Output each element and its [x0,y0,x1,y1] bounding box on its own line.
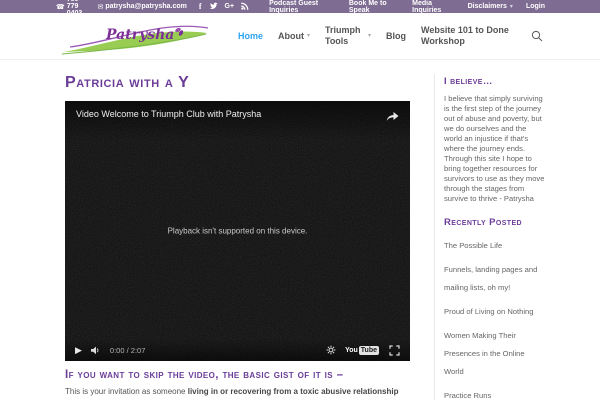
fullscreen-button[interactable] [389,344,400,356]
page: ☎ 780 779 0403 ✉ patrysha@patrysha.com f… [0,0,600,400]
twitter-icon[interactable] [209,2,218,12]
share-icon[interactable] [386,109,399,127]
sidebar-heading-recent: Recently Posted [444,217,522,228]
email-icon: ✉ [97,3,104,11]
youtube-logo[interactable]: You Tube [345,345,379,355]
topbar-item-login[interactable]: Login [526,3,545,10]
recent-post-link[interactable]: Funnels, landing pages and mailing lists… [444,265,537,292]
video-title-bar: Video Welcome to Triumph Club with Patry… [65,101,410,141]
fullscreen-icon [389,344,400,356]
rss-icon[interactable] [241,2,249,12]
social-links: f G+ [199,2,256,12]
list-item: The Possible Life [444,235,545,253]
phone-icon: ☎ [56,3,65,11]
time-display: 0:00 / 2:07 [109,345,146,355]
topbar-item-book-me[interactable]: Book Me to Speak [349,0,399,14]
email-address: patrysha@patrysha.com [105,3,187,10]
sidebar-heading-believe: I believe… [444,76,493,87]
nav-item-about[interactable]: About ▾ [278,31,310,42]
googleplus-icon[interactable]: G+ [225,3,235,10]
chevron-down-icon: ▾ [367,33,371,39]
list-item: Practice Runs [444,385,545,400]
video-player[interactable]: Video Welcome to Triumph Club with Patry… [65,101,410,361]
list-item: Women Making Their Presences in the Onli… [444,325,545,379]
settings-button[interactable] [326,345,336,355]
topbar-menu: Podcast Guest Inquiries Book Me to Speak… [256,0,545,14]
recent-post-link[interactable]: Practice Runs [444,391,491,400]
header: Patrysha Home About ▾ Triumph Tools ▾ Blog… [0,13,600,60]
playback-message: Playback isn't supported on this device. [167,226,308,236]
recent-posts-list: The Possible Life Funnels, landing pages… [444,235,545,400]
list-item: Funnels, landing pages and mailing lists… [444,259,545,295]
recent-post-link[interactable]: Proud of Living on Nothing [444,307,534,316]
volume-button[interactable] [90,346,101,355]
topbar-item-disclaimers[interactable]: Disclaimers ▾ [468,3,513,10]
believe-text: I believe that simply surviving is the f… [444,94,545,203]
play-button[interactable]: ▶ [75,344,82,355]
topbar-item-media[interactable]: Media Inquiries [412,0,454,14]
recent-post-link[interactable]: Women Making Their Presences in the Onli… [444,331,525,376]
main-nav: Home About ▾ Triumph Tools ▾ Blog Website … [223,25,543,47]
video-title[interactable]: Video Welcome to Triumph Club with Patry… [76,109,261,119]
play-icon: ▶ [75,344,82,355]
list-item: Proud of Living on Nothing [444,301,545,319]
recent-post-link[interactable]: The Possible Life [444,241,502,250]
intro-paragraph: This is your invitation as someone livin… [65,387,399,400]
nav-item-triumph-tools[interactable]: Triumph Tools ▾ [325,25,371,47]
topbar: ☎ 780 779 0403 ✉ patrysha@patrysha.com f… [0,0,600,17]
nav-item-workshop[interactable]: Website 101 to Done Workshop [421,25,517,47]
site-logo[interactable]: Patrysha [60,13,210,60]
nav-item-blog[interactable]: Blog [386,31,406,42]
topbar-item-podcast[interactable]: Podcast Guest Inquiries [269,0,336,14]
page-title: Patricia with a Y [65,74,190,91]
chevron-down-icon: ▾ [306,32,310,39]
sidebar: I believe… I believe that simply survivi… [434,74,545,400]
video-controls: ▶ 0:00 / 2:07 You Tube [65,339,410,361]
logo-text: Patrysha [105,27,174,43]
search-icon[interactable] [531,30,543,42]
content: Patricia with a Y Video Welcome to Trium… [0,60,600,400]
section-heading: If you want to skip the video, the basic… [65,369,344,381]
nav-item-home[interactable]: Home [238,31,263,42]
gear-icon [326,345,336,355]
facebook-icon[interactable]: f [199,2,202,11]
email-link[interactable]: ✉ patrysha@patrysha.com [97,3,186,11]
speaker-icon [90,346,99,354]
chevron-down-icon: ▾ [509,3,513,10]
main-column: Patricia with a Y Video Welcome to Trium… [65,74,410,400]
